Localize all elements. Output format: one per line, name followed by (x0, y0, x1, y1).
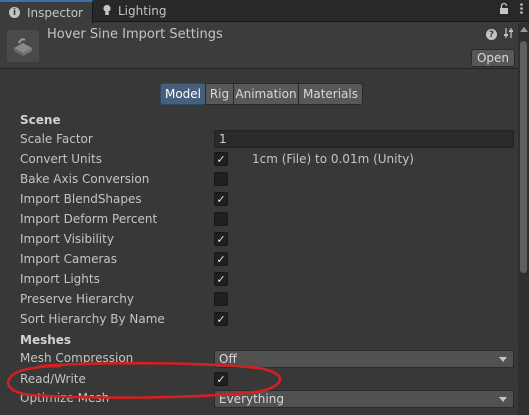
row-bake-axis-conversion: Bake Axis Conversion (0, 170, 518, 190)
row-import-blendshapes: Import BlendShapes ✓ (0, 190, 518, 210)
subtab-materials[interactable]: Materials (298, 83, 363, 105)
chevron-down-icon (499, 397, 507, 402)
import-cameras-checkbox[interactable]: ✓ (214, 252, 228, 266)
subtab-rig[interactable]: Rig (205, 83, 234, 105)
row-import-cameras: Import Cameras ✓ (0, 250, 518, 270)
convert-units-note: 1cm (File) to 0.01m (Unity) (252, 152, 414, 166)
tab-inspector[interactable]: i Inspector (0, 0, 93, 23)
row-preserve-hierarchy: Preserve Hierarchy (0, 290, 518, 310)
inspector-window: i Inspector Lighting Hover Sine Import S… (0, 0, 529, 415)
bake-axis-conversion-label: Bake Axis Conversion (20, 172, 150, 186)
convert-units-checkbox[interactable]: ✓ (214, 152, 228, 166)
menu-icon[interactable] (520, 3, 523, 17)
import-blendshapes-label: Import BlendShapes (20, 192, 142, 206)
preset-icon[interactable] (503, 27, 514, 42)
scale-factor-label: Scale Factor (20, 132, 93, 146)
import-deform-percent-label: Import Deform Percent (20, 212, 158, 226)
read-write-label: Read/Write (20, 372, 86, 386)
read-write-checkbox[interactable]: ✓ (214, 372, 228, 386)
chevron-down-icon (499, 357, 507, 362)
preserve-hierarchy-label: Preserve Hierarchy (20, 292, 134, 306)
model-settings: Scene Scale Factor 1 Convert Units ✓ 1cm… (0, 110, 518, 415)
section-title-scene: Scene (20, 113, 61, 127)
lightbulb-icon (102, 4, 112, 19)
vertical-scrollbar[interactable] (518, 23, 529, 415)
row-read-write: Read/Write ✓ (0, 370, 518, 390)
row-scale-factor: Scale Factor 1 (0, 130, 518, 150)
subtab-animation[interactable]: Animation (233, 83, 299, 105)
preserve-hierarchy-checkbox[interactable] (214, 292, 228, 306)
import-cameras-label: Import Cameras (20, 252, 117, 266)
mesh-compression-dropdown[interactable]: Off (214, 350, 514, 368)
sort-hierarchy-by-name-label: Sort Hierarchy By Name (20, 312, 165, 326)
mesh-compression-value: Off (219, 352, 237, 366)
row-sort-hierarchy-by-name: Sort Hierarchy By Name ✓ (0, 310, 518, 330)
section-title-meshes: Meshes (20, 333, 72, 347)
asset-header: Hover Sine Import Settings ? Open (0, 23, 529, 69)
tab-lighting-label: Lighting (118, 4, 167, 18)
row-import-visibility: Import Visibility ✓ (0, 230, 518, 250)
tab-bar: i Inspector Lighting (0, 0, 529, 23)
help-icon[interactable]: ? (486, 29, 497, 40)
tab-inspector-label: Inspector (27, 5, 83, 20)
import-lights-checkbox[interactable]: ✓ (214, 272, 228, 286)
subtab-model[interactable]: Model (160, 83, 206, 105)
import-deform-percent-checkbox[interactable] (214, 212, 228, 226)
row-import-deform-percent: Import Deform Percent (0, 210, 518, 230)
info-icon: i (9, 7, 20, 18)
optimize-mesh-dropdown[interactable]: Everything (214, 390, 514, 408)
optimize-mesh-label: Optimize Mesh (20, 391, 110, 405)
tab-lighting[interactable]: Lighting (96, 0, 186, 22)
row-import-lights: Import Lights ✓ (0, 270, 518, 290)
sort-hierarchy-by-name-checkbox[interactable]: ✓ (214, 312, 228, 326)
scale-factor-field[interactable]: 1 (214, 130, 514, 148)
scrollbar-thumb[interactable] (520, 41, 527, 273)
import-lights-label: Import Lights (20, 272, 100, 286)
open-button[interactable]: Open (471, 49, 515, 67)
row-convert-units: Convert Units ✓ 1cm (File) to 0.01m (Uni… (0, 150, 518, 170)
tabbar-actions (499, 2, 523, 17)
import-visibility-checkbox[interactable]: ✓ (214, 232, 228, 246)
convert-units-label: Convert Units (20, 152, 102, 166)
row-optimize-mesh: Optimize Mesh Everything (0, 389, 518, 409)
import-visibility-label: Import Visibility (20, 232, 114, 246)
optimize-mesh-value: Everything (219, 392, 284, 406)
lock-icon[interactable] (499, 2, 520, 17)
import-settings-tabs: Model Rig Animation Materials (160, 83, 363, 105)
mesh-compression-label: Mesh Compression (20, 351, 134, 365)
scroll-up-arrow-icon[interactable] (520, 27, 528, 32)
asset-title: Hover Sine Import Settings (47, 27, 223, 42)
bake-axis-conversion-checkbox[interactable] (214, 172, 228, 186)
row-mesh-compression: Mesh Compression Off (0, 349, 518, 369)
import-blendshapes-checkbox[interactable]: ✓ (214, 192, 228, 206)
model-asset-icon (7, 30, 39, 62)
